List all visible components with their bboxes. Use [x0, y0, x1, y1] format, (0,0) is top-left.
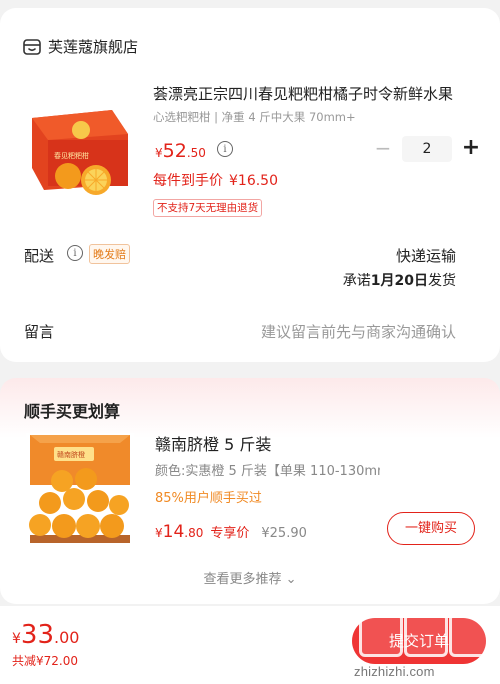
recommend-card: 顺手买更划算 赣南脐橙 赣南脐橙 5 斤装 颜色:实惠橙 5 斤装【单果 110…	[0, 378, 500, 604]
hand-price-label: 每件到手价	[153, 173, 223, 189]
shipping-promise-date: 1月20日	[370, 273, 428, 289]
recommend-title: 顺手买更划算	[24, 402, 121, 421]
exclusive-price-label: 专享价	[210, 526, 250, 541]
order-item-card: 芙莲蔻旗舰店 春见粑粑柑 荟漂亮正宗四川春见粑粑柑橘子时令新鲜水果 心选粑粑柑 …	[0, 8, 500, 362]
store-icon	[23, 38, 41, 55]
recommend-product-spec[interactable]: 颜色:实惠橙 5 斤装【单果 110-130mm】	[155, 460, 380, 479]
one-click-buy-button[interactable]: 一键购买	[387, 512, 475, 545]
total-price: ¥ 33 .00	[12, 620, 79, 650]
shipping-method: 快递运输	[395, 247, 456, 265]
total-integer: 33	[20, 620, 55, 650]
product-title[interactable]: 荟漂亮正宗四川春见粑粑柑橘子时令新鲜水果	[153, 83, 478, 104]
price-decimal: .80	[184, 526, 204, 540]
quantity-stepper: − 2 +	[372, 136, 482, 162]
recommend-product-name[interactable]: 赣南脐橙 5 斤装	[155, 431, 271, 455]
price-integer: 14	[162, 522, 185, 542]
store-header[interactable]: 芙莲蔻旗舰店	[22, 36, 138, 57]
info-icon[interactable]: i	[67, 245, 83, 261]
total-decimal: .00	[54, 628, 80, 647]
product-price: ¥ 52 .50	[155, 140, 206, 162]
price-yen: ¥	[155, 146, 163, 160]
product-spec[interactable]: 心选粑粑柑 | 净重 4 斤中大果 70mm+	[153, 109, 423, 125]
total-yen: ¥	[12, 631, 21, 647]
recommend-box-text: 赣南脐橙	[57, 450, 85, 459]
watermark-text: zhizhizhi.com	[354, 664, 435, 679]
total-discount: 共减¥72.00	[12, 654, 78, 668]
quantity-minus-button[interactable]: −	[372, 136, 394, 162]
watermark-logo	[352, 606, 500, 664]
quantity-input[interactable]: 2	[402, 136, 452, 162]
price-integer: 52	[162, 140, 187, 162]
message-input[interactable]: 建议留言前先与商家沟通确认	[261, 321, 456, 342]
recommend-buyers-text: 85%用户顺手买过	[155, 491, 262, 506]
shipping-label: 配送	[24, 247, 55, 265]
see-more-link[interactable]: 查看更多推荐 ⌄	[0, 568, 500, 587]
shipping-promise: 承诺1月20日发货	[343, 270, 456, 290]
shipping-promise-prefix: 承诺	[342, 273, 371, 289]
hand-price: 每件到手价 ¥16.50	[153, 170, 278, 190]
price-yen: ¥	[155, 526, 163, 540]
recommend-price: ¥ 14 .80 专享价 ¥25.90	[155, 522, 307, 542]
recommend-product-image[interactable]: 赣南脐橙	[26, 433, 134, 548]
original-price: ¥25.90	[261, 526, 307, 541]
hand-price-value: ¥16.50	[229, 173, 278, 189]
product-box-text: 春见粑粑柑	[54, 151, 89, 160]
quantity-plus-button[interactable]: +	[460, 136, 482, 162]
shipping-promise-suffix: 发货	[428, 273, 456, 289]
late-compensation-badge: 晚发赔	[89, 244, 130, 264]
price-decimal: .50	[186, 146, 206, 160]
store-name: 芙莲蔻旗舰店	[48, 38, 139, 56]
product-image[interactable]: 春见粑粑柑	[26, 88, 134, 196]
info-icon[interactable]: i	[217, 141, 233, 157]
message-label: 留言	[24, 323, 55, 341]
no-return-badge: 不支持7天无理由退货	[153, 199, 263, 217]
